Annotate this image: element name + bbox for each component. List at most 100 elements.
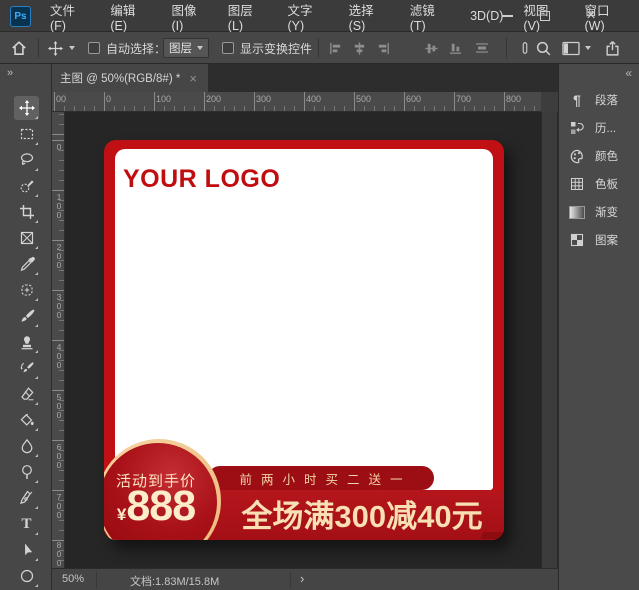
- menu-type[interactable]: 文字(Y): [278, 0, 339, 33]
- menu-edit[interactable]: 编辑(E): [100, 0, 161, 33]
- gradient-icon: [569, 205, 585, 219]
- close-button[interactable]: ×: [578, 6, 604, 26]
- frame-icon: [20, 231, 33, 245]
- dodge-tool[interactable]: [14, 460, 39, 484]
- align-bottom-button[interactable]: [448, 32, 463, 64]
- path-selection-tool[interactable]: [14, 538, 39, 562]
- panel-button-swatches[interactable]: 色板: [559, 170, 639, 198]
- title-bar: Ps 文件(F) 编辑(E) 图像(I) 图层(L) 文字(Y) 选择(S) 滤…: [0, 0, 639, 33]
- auto-select-value: 图层: [169, 43, 192, 55]
- home-button[interactable]: [10, 32, 28, 64]
- status-divider: [96, 572, 97, 588]
- panel-button-history[interactable]: 历...: [559, 114, 639, 142]
- menu-filter[interactable]: 滤镜(T): [400, 0, 460, 33]
- paragraph-icon: ¶: [573, 92, 581, 108]
- menu-file[interactable]: 文件(F): [40, 0, 100, 33]
- menu-select[interactable]: 选择(S): [339, 0, 400, 33]
- v-ruler-label: 0: [54, 142, 64, 151]
- lasso-tool[interactable]: [14, 148, 39, 172]
- panel-button-pattern[interactable]: 图案: [559, 226, 639, 254]
- maximize-icon: [540, 11, 550, 21]
- tools-panel: » T: [0, 64, 52, 590]
- brush-tool[interactable]: [14, 304, 39, 328]
- distribute-button[interactable]: [474, 32, 490, 64]
- healing-brush-tool[interactable]: [14, 278, 39, 302]
- measure-button[interactable]: [518, 32, 532, 64]
- search-icon: [536, 41, 551, 55]
- panel-button-paragraph[interactable]: ¶ 段落: [559, 86, 639, 114]
- panel-label: 段落: [595, 95, 618, 107]
- options-separator: [506, 38, 507, 58]
- minimize-button[interactable]: [494, 6, 520, 26]
- canvas-viewport[interactable]: YOUR LOGO 前两小时买二送一 全场满300减40元 活动到手价 ¥888: [65, 112, 541, 568]
- minimize-icon: [501, 15, 513, 17]
- v-ruler-label: 100: [54, 192, 64, 219]
- blur-tool[interactable]: [14, 434, 39, 458]
- zoom-level-field[interactable]: 50%: [62, 573, 84, 585]
- workspace-switcher[interactable]: [562, 32, 591, 64]
- banner-product-area: [115, 149, 493, 490]
- h-ruler-label: 100: [156, 94, 172, 104]
- ellipse-icon: [20, 569, 33, 583]
- eraser-tool[interactable]: [14, 382, 39, 406]
- eyedropper-tool[interactable]: [14, 252, 39, 276]
- quick-selection-tool[interactable]: [14, 174, 39, 198]
- pen-tool[interactable]: [14, 486, 39, 510]
- panel-button-gradient[interactable]: 渐变: [559, 198, 639, 226]
- show-transform-checkbox[interactable]: [222, 42, 234, 54]
- workspace-icon: [562, 41, 580, 55]
- document-tab-title: 主图 @ 50%(RGB/8#) *: [60, 73, 181, 85]
- toolbar-expand-button[interactable]: »: [7, 67, 13, 79]
- color-icon: [570, 149, 583, 163]
- options-bar: 自动选择： 图层 显示变换控件: [0, 32, 639, 64]
- maximize-button[interactable]: [532, 6, 558, 26]
- frame-tool[interactable]: [14, 226, 39, 250]
- auto-select-target-dropdown[interactable]: 图层: [163, 38, 209, 58]
- panel-label: 历...: [595, 123, 617, 135]
- search-button[interactable]: [535, 32, 552, 64]
- tool-preset-move[interactable]: [48, 32, 75, 64]
- v-ruler-label: 500: [54, 392, 64, 419]
- v-ruler-label: 800: [54, 540, 64, 567]
- menu-layer[interactable]: 图层(L): [218, 0, 278, 33]
- rectangular-marquee-tool[interactable]: [14, 122, 39, 146]
- healing-brush-icon: [20, 284, 33, 296]
- brush-icon: [21, 309, 34, 322]
- crop-tool[interactable]: [14, 200, 39, 224]
- chevron-down-icon: [69, 46, 75, 50]
- tab-close-icon[interactable]: ×: [189, 71, 197, 86]
- share-icon: [606, 40, 619, 56]
- align-right-button[interactable]: [376, 32, 391, 64]
- panel-button-color[interactable]: 颜色: [559, 142, 639, 170]
- dock-collapse-button[interactable]: «: [625, 66, 632, 80]
- status-chevron-icon[interactable]: ›: [300, 571, 304, 586]
- h-ruler-label: 200: [206, 94, 222, 104]
- align-left-button[interactable]: [328, 32, 343, 64]
- h-ruler-label: 0: [106, 94, 112, 104]
- price-value: 888: [126, 482, 196, 530]
- history-brush-tool[interactable]: [14, 356, 39, 380]
- move-icon: [48, 40, 63, 56]
- align-h-center-button[interactable]: [352, 32, 367, 64]
- auto-select-checkbox[interactable]: [88, 42, 100, 54]
- align-v-center-button[interactable]: [424, 32, 439, 64]
- marquee-icon: [20, 128, 33, 140]
- paint-bucket-tool[interactable]: [14, 408, 39, 432]
- vertical-ruler[interactable]: 0 100 200 300 400 500 600 700 800: [52, 112, 65, 568]
- type-tool[interactable]: T: [14, 512, 39, 536]
- panel-label: 图案: [595, 235, 618, 247]
- h-ruler-label: 800: [506, 94, 522, 104]
- clone-stamp-tool[interactable]: [14, 330, 39, 354]
- share-button[interactable]: [604, 32, 621, 64]
- chevron-down-icon: [585, 46, 591, 50]
- ellipse-tool[interactable]: [14, 564, 39, 588]
- panel-dock: « ¶ 段落 历... 颜色 色板 渐变 图案: [558, 64, 639, 590]
- vertical-scrollbar[interactable]: [541, 112, 558, 568]
- document-tab-bar: 主图 @ 50%(RGB/8#) * ×: [52, 64, 558, 92]
- horizontal-ruler[interactable]: 00 0 100 200 300 400 500 600 700 800: [52, 92, 541, 112]
- document-tab[interactable]: 主图 @ 50%(RGB/8#) * ×: [52, 64, 208, 92]
- v-ruler-label: 600: [54, 442, 64, 469]
- panel-label: 色板: [595, 179, 618, 191]
- move-tool[interactable]: [14, 96, 39, 120]
- menu-image[interactable]: 图像(I): [161, 0, 217, 33]
